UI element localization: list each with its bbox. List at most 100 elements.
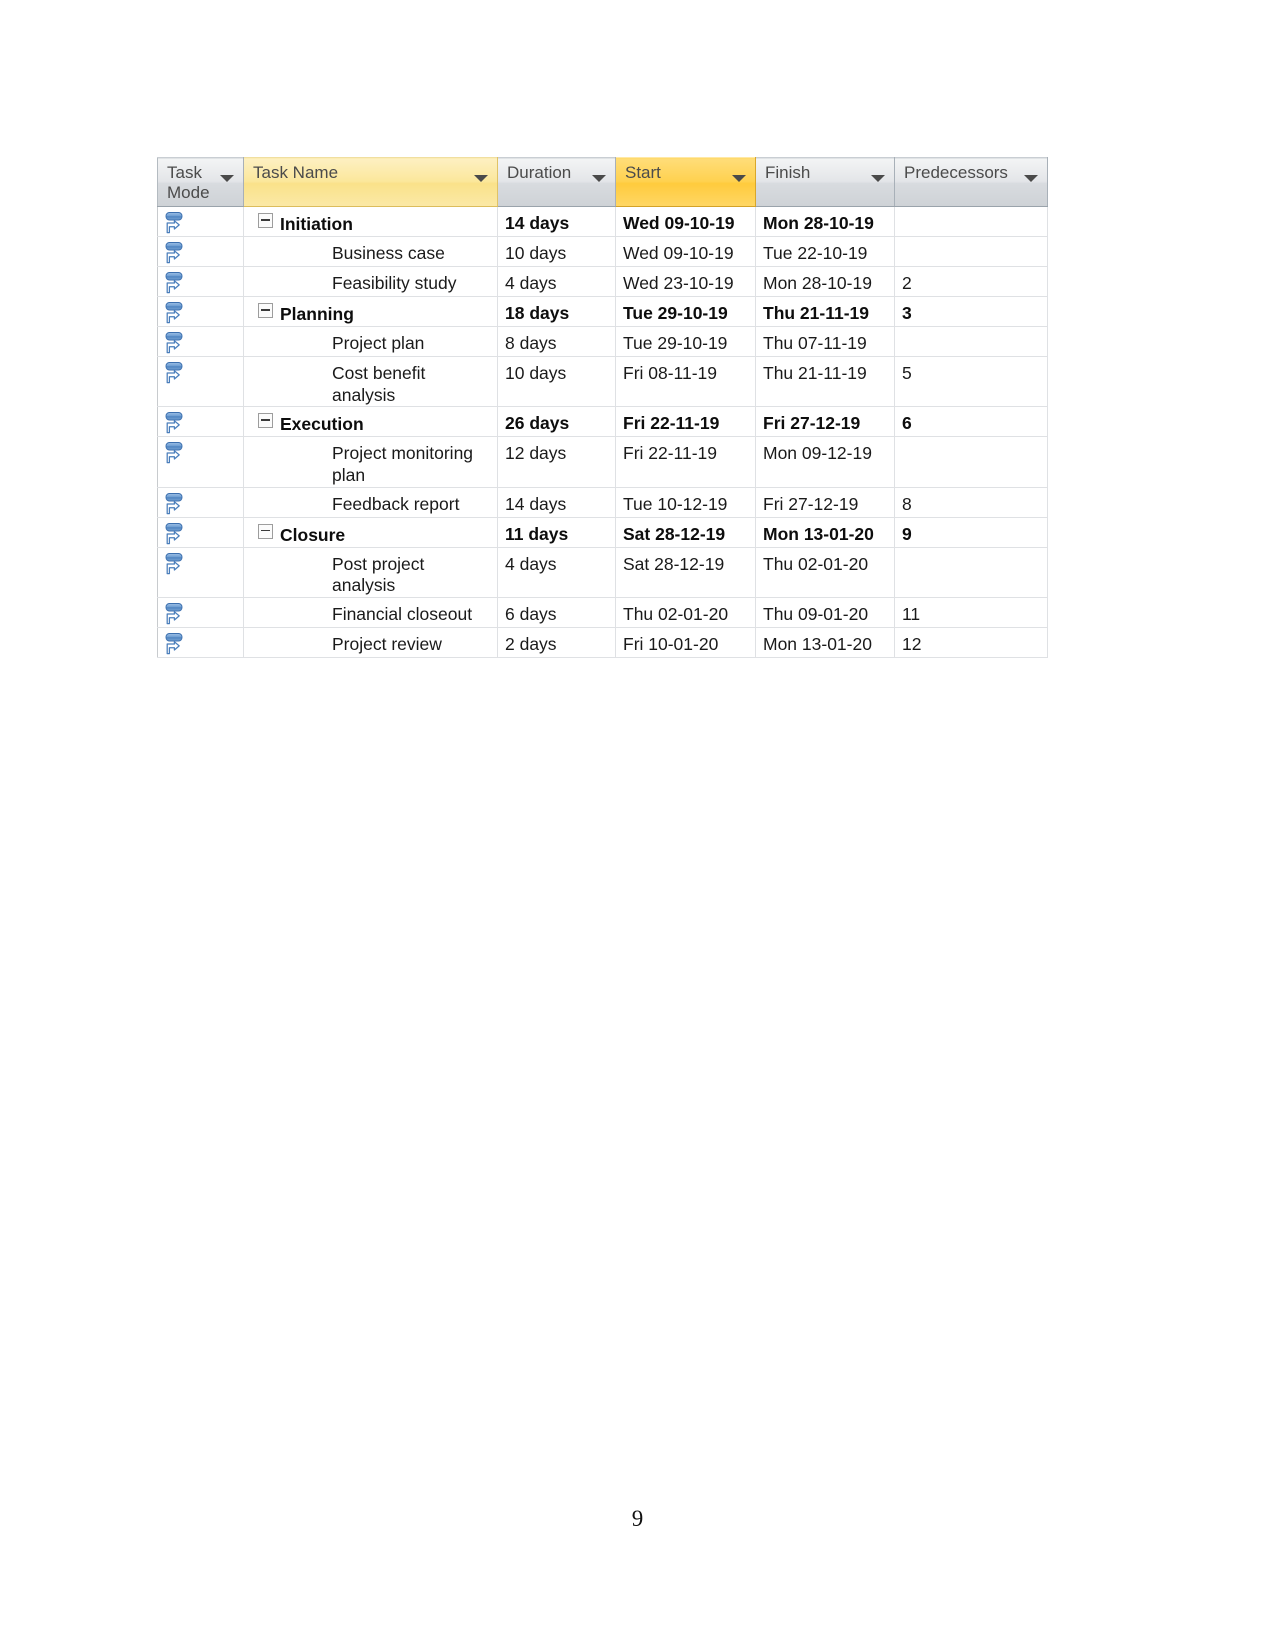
chevron-down-icon[interactable] bbox=[1024, 175, 1038, 182]
cell-predecessors[interactable] bbox=[894, 547, 1048, 599]
cell-start[interactable]: Sat 28-12-19 bbox=[615, 517, 756, 548]
cell-finish[interactable]: Mon 28-10-19 bbox=[755, 266, 895, 297]
table-row[interactable]: Project review 2 days Fri 10-01-20 Mon 13-0… bbox=[157, 627, 1048, 659]
cell-task-name[interactable]: Feedback report bbox=[243, 487, 498, 518]
cell-start[interactable]: Sat 28-12-19 bbox=[615, 547, 756, 599]
cell-predecessors[interactable]: 5 bbox=[894, 356, 1048, 408]
column-header-duration[interactable]: Duration bbox=[497, 157, 616, 207]
cell-finish[interactable]: Mon 28-10-19 bbox=[755, 206, 895, 237]
auto-scheduled-icon[interactable] bbox=[158, 548, 243, 577]
collapse-minus-icon[interactable] bbox=[258, 523, 273, 539]
cell-finish[interactable]: Mon 13-01-20 bbox=[755, 627, 895, 659]
table-row[interactable]: Business case 10 days Wed 09-10-19 Tue 22-1… bbox=[157, 236, 1048, 267]
cell-task-mode[interactable] bbox=[157, 627, 244, 659]
cell-predecessors[interactable] bbox=[894, 236, 1048, 267]
auto-scheduled-icon[interactable] bbox=[158, 357, 243, 386]
cell-start[interactable]: Fri 10-01-20 bbox=[615, 627, 756, 659]
table-row[interactable]: Financial closeout 6 days Thu 02-01-20 Thu … bbox=[157, 597, 1048, 629]
chevron-down-icon[interactable] bbox=[474, 175, 488, 182]
cell-duration[interactable]: 8 days bbox=[497, 326, 616, 357]
cell-finish[interactable]: Tue 22-10-19 bbox=[755, 236, 895, 267]
cell-duration[interactable]: 4 days bbox=[497, 266, 616, 297]
cell-start[interactable]: Wed 09-10-19 bbox=[615, 206, 756, 237]
cell-start[interactable]: Tue 10-12-19 bbox=[615, 487, 756, 518]
cell-task-mode[interactable] bbox=[157, 296, 244, 327]
auto-scheduled-icon[interactable] bbox=[158, 267, 243, 296]
auto-scheduled-icon[interactable] bbox=[158, 207, 243, 236]
cell-task-name[interactable]: Business case bbox=[243, 236, 498, 267]
cell-task-mode[interactable] bbox=[157, 266, 244, 297]
cell-duration[interactable]: 12 days bbox=[497, 436, 616, 488]
table-row[interactable]: Project monitoring plan 12 days Fri 22-11-… bbox=[157, 436, 1048, 488]
cell-task-mode[interactable] bbox=[157, 356, 244, 408]
cell-duration[interactable]: 2 days bbox=[497, 627, 616, 659]
table-row[interactable]: Feasibility study 4 days Wed 23-10-19 Mon 2… bbox=[157, 266, 1048, 297]
cell-start[interactable]: Tue 29-10-19 bbox=[615, 326, 756, 357]
auto-scheduled-icon[interactable] bbox=[158, 297, 243, 326]
cell-predecessors[interactable] bbox=[894, 206, 1048, 237]
cell-finish[interactable]: Thu 21-11-19 bbox=[755, 356, 895, 408]
cell-predecessors[interactable]: 2 bbox=[894, 266, 1048, 297]
cell-start[interactable]: Fri 22-11-19 bbox=[615, 406, 756, 438]
cell-duration[interactable]: 14 days bbox=[497, 487, 616, 518]
cell-task-mode[interactable] bbox=[157, 436, 244, 488]
cell-predecessors[interactable]: 8 bbox=[894, 487, 1048, 518]
cell-task-name[interactable]: Project plan bbox=[243, 326, 498, 357]
auto-scheduled-icon[interactable] bbox=[158, 437, 243, 466]
cell-finish[interactable]: Mon 09-12-19 bbox=[755, 436, 895, 488]
table-row[interactable]: Initiation 14 days Wed 09-10-19 Mon 28-10-1… bbox=[157, 206, 1048, 237]
cell-start[interactable]: Thu 02-01-20 bbox=[615, 597, 756, 629]
cell-start[interactable]: Tue 29-10-19 bbox=[615, 296, 756, 327]
cell-task-mode[interactable] bbox=[157, 236, 244, 267]
cell-duration[interactable]: 6 days bbox=[497, 597, 616, 629]
cell-predecessors[interactable] bbox=[894, 326, 1048, 357]
cell-task-mode[interactable] bbox=[157, 326, 244, 357]
table-row[interactable]: Cost benefit analysis 10 days Fri 08-11-19… bbox=[157, 356, 1048, 408]
column-header-predecessors[interactable]: Predecessors bbox=[894, 157, 1048, 207]
cell-predecessors[interactable]: 11 bbox=[894, 597, 1048, 629]
cell-task-mode[interactable] bbox=[157, 597, 244, 629]
cell-duration[interactable]: 10 days bbox=[497, 356, 616, 408]
cell-finish[interactable]: Mon 13-01-20 bbox=[755, 517, 895, 548]
cell-predecessors[interactable] bbox=[894, 436, 1048, 488]
chevron-down-icon[interactable] bbox=[871, 175, 885, 182]
auto-scheduled-icon[interactable] bbox=[158, 598, 243, 627]
cell-task-name[interactable]: Project review bbox=[243, 627, 498, 659]
column-header-finish[interactable]: Finish bbox=[755, 157, 895, 207]
auto-scheduled-icon[interactable] bbox=[158, 327, 243, 356]
table-row[interactable]: Planning 18 days Tue 29-10-19 Thu 21-11-19 3 bbox=[157, 296, 1048, 327]
auto-scheduled-icon[interactable] bbox=[158, 237, 243, 266]
cell-finish[interactable]: Fri 27-12-19 bbox=[755, 406, 895, 438]
cell-predecessors[interactable]: 12 bbox=[894, 627, 1048, 659]
column-header-start[interactable]: Start bbox=[615, 157, 756, 207]
cell-task-name[interactable]: Project monitoring plan bbox=[243, 436, 498, 488]
cell-start[interactable]: Fri 22-11-19 bbox=[615, 436, 756, 488]
chevron-down-icon[interactable] bbox=[220, 175, 234, 182]
table-row[interactable]: Closure 11 days Sat 28-12-19 Mon 13-01-20 9 bbox=[157, 517, 1048, 548]
cell-start[interactable]: Fri 08-11-19 bbox=[615, 356, 756, 408]
cell-duration[interactable]: 18 days bbox=[497, 296, 616, 327]
cell-task-name[interactable]: Execution bbox=[243, 406, 498, 438]
auto-scheduled-icon[interactable] bbox=[158, 488, 243, 517]
auto-scheduled-icon[interactable] bbox=[158, 518, 243, 547]
cell-finish[interactable]: Thu 21-11-19 bbox=[755, 296, 895, 327]
column-header-task-mode[interactable]: Task Mode bbox=[157, 157, 244, 207]
cell-start[interactable]: Wed 23-10-19 bbox=[615, 266, 756, 297]
cell-duration[interactable]: 4 days bbox=[497, 547, 616, 599]
cell-start[interactable]: Wed 09-10-19 bbox=[615, 236, 756, 267]
cell-predecessors[interactable]: 6 bbox=[894, 406, 1048, 438]
chevron-down-icon[interactable] bbox=[592, 175, 606, 182]
table-row[interactable]: Project plan 8 days Tue 29-10-19 Thu 07-11-… bbox=[157, 326, 1048, 357]
auto-scheduled-icon[interactable] bbox=[158, 407, 243, 436]
cell-finish[interactable]: Thu 07-11-19 bbox=[755, 326, 895, 357]
cell-task-name[interactable]: Feasibility study bbox=[243, 266, 498, 297]
cell-task-name[interactable]: Initiation bbox=[243, 206, 498, 237]
chevron-down-icon[interactable] bbox=[732, 175, 746, 182]
collapse-minus-icon[interactable] bbox=[258, 303, 273, 318]
cell-task-name[interactable]: Closure bbox=[243, 517, 498, 548]
cell-finish[interactable]: Thu 09-01-20 bbox=[755, 597, 895, 629]
cell-duration[interactable]: 11 days bbox=[497, 517, 616, 548]
table-row[interactable]: Execution 26 days Fri 22-11-19 Fri 27-12-19… bbox=[157, 406, 1048, 438]
collapse-minus-icon[interactable] bbox=[258, 413, 273, 429]
cell-finish[interactable]: Fri 27-12-19 bbox=[755, 487, 895, 518]
